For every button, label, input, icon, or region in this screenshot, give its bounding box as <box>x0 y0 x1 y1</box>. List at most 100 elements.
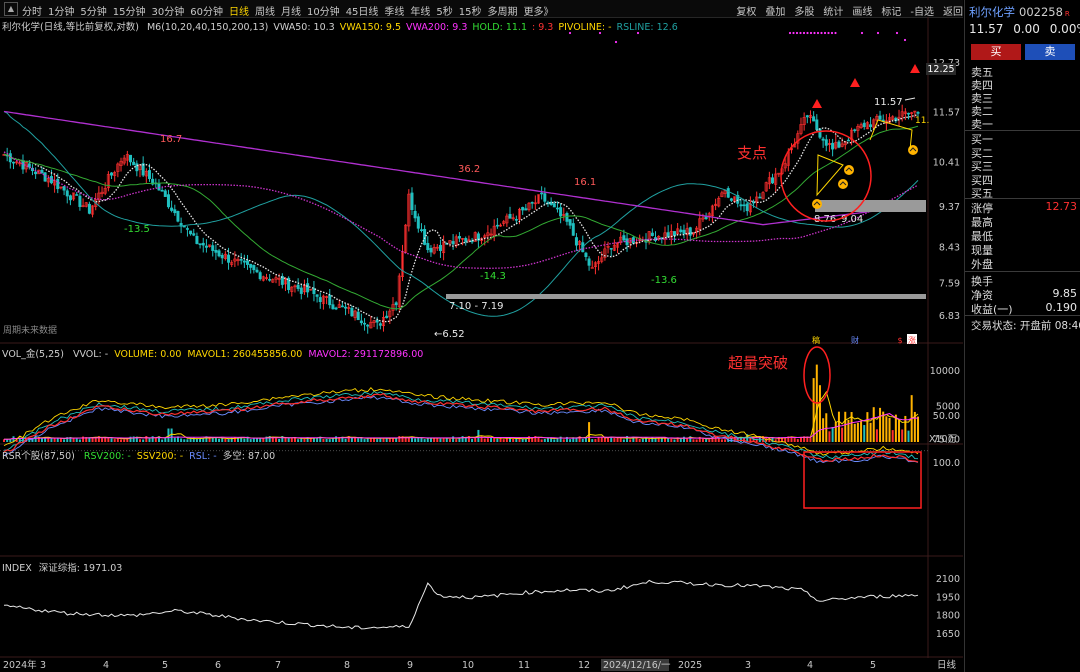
last-price: 11.57 <box>969 22 1004 36</box>
volume-bar <box>594 439 597 442</box>
volume-bar <box>831 426 834 442</box>
volume-bar <box>901 429 904 442</box>
candle-body <box>530 202 534 204</box>
candle-body <box>508 213 512 219</box>
price-tick-6: 6.83 <box>939 311 960 322</box>
candle-body <box>568 219 572 226</box>
volume-bar <box>834 422 837 442</box>
candle-body <box>423 229 427 245</box>
signal-dot <box>795 31 799 35</box>
volume-field-3: MAVOL2: 291172896.00 <box>308 349 424 360</box>
signal-dot <box>816 31 820 35</box>
signal-dot <box>802 31 806 35</box>
sell-button[interactable]: 卖 <box>1025 44 1075 60</box>
volume-bar <box>395 438 398 442</box>
candle-body <box>837 141 841 148</box>
index-line <box>3 579 919 630</box>
annotation-range-2b: 9.04 <box>841 214 863 225</box>
volume-bar <box>161 439 164 442</box>
index-tick-1: 1950 <box>936 592 960 603</box>
volume-bar <box>869 422 872 442</box>
rsr-tick-2: 50.00 <box>933 411 960 422</box>
candle-body <box>334 307 338 310</box>
index-value: 1971.03 <box>83 563 123 574</box>
candle-body <box>87 203 91 214</box>
label-arrow <box>904 97 916 101</box>
volume-bar <box>793 438 796 442</box>
candle-body <box>220 254 224 259</box>
x-tick-10: 12 <box>578 660 590 671</box>
volume-bar <box>354 437 357 442</box>
candle-body <box>916 112 920 114</box>
signal-dot <box>820 31 823 35</box>
volume-bar <box>509 438 512 442</box>
signal-dot <box>834 31 837 35</box>
volume-bar <box>588 422 591 442</box>
stat-value-0: 12.73 <box>1045 200 1078 213</box>
volume-bar <box>654 438 657 442</box>
volume-bar <box>818 385 821 442</box>
volume-bar <box>464 437 467 442</box>
volume-bar <box>221 438 224 442</box>
candle-body <box>170 207 174 211</box>
candle-body <box>824 139 828 146</box>
annotation-high-2: 36.2 <box>458 164 480 175</box>
volume-bar <box>461 436 464 442</box>
candle-body <box>559 207 563 217</box>
volume-bar <box>385 438 388 442</box>
candle-body <box>328 294 332 306</box>
candle-body <box>34 171 38 175</box>
candle-body <box>166 194 170 208</box>
volume-bar <box>455 439 458 442</box>
annotation-low-2: -14.3 <box>480 271 506 282</box>
candle-body <box>540 192 544 195</box>
candle-body <box>878 115 882 120</box>
volume-bar <box>622 439 625 442</box>
up-triangle-icon-0 <box>812 99 822 108</box>
price-tick-5: 7.59 <box>939 278 960 289</box>
annotation-high-3: 16.1 <box>574 177 596 188</box>
annotation-low-1: -13.5 <box>124 224 150 235</box>
candle-body <box>821 138 825 141</box>
signal-dot <box>636 31 640 35</box>
candle-body <box>726 188 730 198</box>
volume-bar <box>490 437 493 442</box>
support-bar-1 <box>446 294 926 299</box>
candle-body <box>214 249 218 253</box>
candle-body <box>65 190 69 197</box>
annotation-low-3: -13.6 <box>651 275 677 286</box>
pattern-triangle-1 <box>816 154 844 197</box>
signal-dot <box>823 31 827 35</box>
stock-quote: 11.57 0.00 0.00% <box>969 22 1080 36</box>
buy-button[interactable]: 买 <box>971 44 1021 60</box>
volume-bar <box>47 438 50 442</box>
volume-bar <box>641 438 644 442</box>
candle-body <box>818 128 822 138</box>
annotation-range-1: 7.10 - 7.19 <box>449 301 504 312</box>
candle-body <box>552 203 556 208</box>
volume-bar <box>837 411 840 442</box>
stock-tag: R <box>1064 10 1070 18</box>
candle-body <box>543 193 547 202</box>
volume-bar <box>496 438 499 442</box>
volume-bar <box>562 439 565 442</box>
candle-body <box>340 305 344 308</box>
candle-body <box>771 177 775 184</box>
annotation-min-price: ←6.52 <box>434 329 465 340</box>
volume-bar <box>648 439 651 442</box>
volume-tick-0: 10000 <box>930 366 960 377</box>
volume-legend: VOL_金(5,25) VVOL: - VOLUME: 0.00 MAVOL1: 2… <box>2 346 423 360</box>
chart-area[interactable]: 12.7311.5710.419.378.437.596.8312.251000… <box>0 0 963 672</box>
volume-bar <box>107 438 110 442</box>
volume-bar <box>629 439 632 442</box>
price-tick-4: 8.43 <box>939 242 960 253</box>
volume-bar <box>75 438 78 442</box>
candle-body <box>268 278 272 281</box>
volume-bar <box>284 437 287 442</box>
candle-body <box>239 259 243 261</box>
candle-body <box>331 304 335 310</box>
volume-bar <box>142 439 145 442</box>
candle-body <box>907 112 911 115</box>
volume-bar <box>376 439 379 442</box>
volume-bar <box>705 439 708 442</box>
